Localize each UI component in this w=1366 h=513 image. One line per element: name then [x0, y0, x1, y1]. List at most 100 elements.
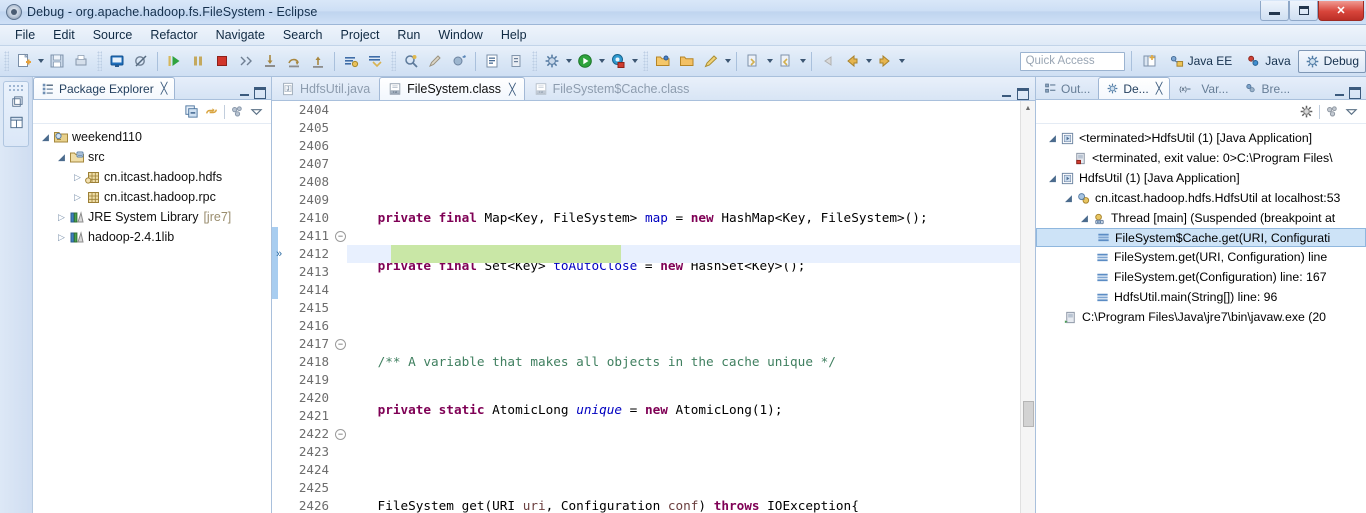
- fold-marker-icon[interactable]: −: [335, 429, 346, 440]
- expand-arrow-icon[interactable]: [39, 132, 52, 143]
- toolbar-grip-2[interactable]: [97, 51, 102, 71]
- collapse-arrow-icon[interactable]: [71, 172, 84, 183]
- last-edit-icon[interactable]: [505, 50, 527, 72]
- watch-expression-icon[interactable]: [400, 50, 422, 72]
- menu-project[interactable]: Project: [332, 26, 389, 44]
- view-filter-icon[interactable]: [1325, 104, 1340, 119]
- menu-source[interactable]: Source: [84, 26, 142, 44]
- debug-stack-tree[interactable]: <terminated>HdfsUtil (1) [Java Applicati…: [1036, 124, 1366, 513]
- debug-tree-item-debug-target[interactable]: cn.itcast.hadoop.hdfs.HdfsUtil at localh…: [1036, 188, 1366, 208]
- fold-marker-icon[interactable]: −: [335, 339, 346, 350]
- run-caret[interactable]: [597, 50, 606, 72]
- open-folder-icon[interactable]: [676, 50, 698, 72]
- package-explorer-tree[interactable]: weekend110 src cn.itcast.hadoop.hdfs: [33, 124, 271, 513]
- back-caret[interactable]: [864, 50, 873, 72]
- debug-tree-item-stack-frame[interactable]: FileSystem.get(URI, Configuration) line: [1036, 247, 1366, 267]
- pencil-icon[interactable]: [424, 50, 446, 72]
- run-icon[interactable]: [574, 50, 596, 72]
- view-menu-filter-icon[interactable]: [230, 104, 245, 119]
- previous-caret[interactable]: [798, 50, 807, 72]
- external-caret[interactable]: [630, 50, 639, 72]
- minimize-view-icon[interactable]: [1333, 86, 1346, 99]
- suspend-icon[interactable]: [187, 50, 209, 72]
- view-menu-icon[interactable]: [1345, 105, 1358, 118]
- minimize-editor-icon[interactable]: [1000, 87, 1013, 100]
- drop-to-frame-icon[interactable]: [364, 50, 386, 72]
- debug-view-icon[interactable]: [1299, 104, 1314, 119]
- open-type-icon[interactable]: [481, 50, 503, 72]
- collapse-arrow-icon[interactable]: [71, 192, 84, 203]
- view-menu-icon[interactable]: [250, 105, 263, 118]
- annotation-caret[interactable]: [723, 50, 732, 72]
- forward-caret[interactable]: [897, 50, 906, 72]
- open-console-icon[interactable]: [106, 50, 128, 72]
- debug-icon[interactable]: [541, 50, 563, 72]
- editor-tab-hdfsutil[interactable]: JJ HdfsUtil.java: [272, 77, 379, 100]
- open-resource-icon[interactable]: [652, 50, 674, 72]
- collapse-all-icon[interactable]: [184, 104, 199, 119]
- print-icon[interactable]: [70, 50, 92, 72]
- minimize-view-icon[interactable]: [238, 86, 251, 99]
- external-tools-icon[interactable]: [607, 50, 629, 72]
- fold-marker-icon[interactable]: −: [335, 231, 346, 242]
- customize-perspective-icon[interactable]: [1139, 50, 1161, 72]
- annotation-icon[interactable]: [700, 50, 722, 72]
- debug-tree-item-thread[interactable]: Thread [main] (Suspended (breakpoint at: [1036, 208, 1366, 228]
- link-with-editor-icon[interactable]: [204, 104, 219, 119]
- next-annotation-icon[interactable]: [742, 50, 764, 72]
- close-button[interactable]: ✕: [1318, 1, 1364, 21]
- fast-view-grip[interactable]: [8, 84, 24, 91]
- debug-tree-item-stack-frame-selected[interactable]: FileSystem$Cache.get(URI, Configurati: [1036, 228, 1366, 247]
- menu-search[interactable]: Search: [274, 26, 332, 44]
- collapse-arrow-icon[interactable]: [55, 232, 68, 243]
- forward-icon[interactable]: [874, 50, 896, 72]
- scroll-up-icon[interactable]: ▲: [1021, 101, 1035, 115]
- maximize-view-icon[interactable]: [254, 86, 266, 99]
- menu-refactor[interactable]: Refactor: [141, 26, 206, 44]
- menu-run[interactable]: Run: [388, 26, 429, 44]
- folding-ruler[interactable]: − − −: [334, 101, 347, 513]
- debug-tree-item-stack-frame[interactable]: FileSystem.get(Configuration) line: 167: [1036, 267, 1366, 287]
- menu-navigate[interactable]: Navigate: [207, 26, 274, 44]
- menu-help[interactable]: Help: [492, 26, 536, 44]
- tab-package-explorer[interactable]: Package Explorer ╳: [33, 77, 176, 99]
- previous-annotation-icon[interactable]: [775, 50, 797, 72]
- new-dropdown-caret[interactable]: [36, 50, 45, 72]
- close-icon[interactable]: ╳: [509, 83, 516, 96]
- step-into-icon[interactable]: [259, 50, 281, 72]
- maximize-view-icon[interactable]: [1349, 86, 1361, 99]
- terminate-icon[interactable]: [211, 50, 233, 72]
- package-explorer-fastview-icon[interactable]: [7, 113, 25, 131]
- menu-edit[interactable]: Edit: [44, 26, 84, 44]
- menu-file[interactable]: File: [6, 26, 44, 44]
- tree-item-src[interactable]: src: [33, 147, 271, 167]
- step-return-icon[interactable]: [307, 50, 329, 72]
- perspective-java[interactable]: Java: [1239, 50, 1297, 73]
- expand-arrow-icon[interactable]: [1078, 213, 1091, 224]
- tab-variables[interactable]: (x)= (x)= Var...: [1170, 77, 1236, 99]
- close-icon[interactable]: ╳: [161, 82, 168, 95]
- quick-access-input[interactable]: Quick Access: [1019, 51, 1125, 71]
- tree-item-weekend110[interactable]: weekend110: [33, 127, 271, 147]
- collapse-arrow-icon[interactable]: [55, 212, 68, 223]
- new-wizard-icon[interactable]: [13, 50, 35, 72]
- tree-item-jre-system-library[interactable]: JRE System Library [jre7]: [33, 207, 271, 227]
- instrument-icon[interactable]: [448, 50, 470, 72]
- code-viewer[interactable]: » 2404 2405 2406 2407 2408 2409 2410 241…: [272, 101, 1035, 513]
- expand-arrow-icon[interactable]: [1062, 193, 1075, 204]
- use-step-filters-icon[interactable]: [340, 50, 362, 72]
- perspective-debug[interactable]: Debug: [1297, 49, 1366, 73]
- restore-button[interactable]: [1289, 1, 1318, 21]
- debug-tree-item-stack-frame[interactable]: HdfsUtil.main(String[]) line: 96: [1036, 287, 1366, 307]
- toolbar-grip-5[interactable]: [643, 51, 648, 71]
- marker-bar[interactable]: »: [272, 101, 286, 513]
- toolbar-grip-4[interactable]: [532, 51, 537, 71]
- editor-vertical-scrollbar[interactable]: ▲: [1020, 101, 1035, 513]
- editor-tab-filesystem-class[interactable]: 010 FileSystem.class ╳: [379, 77, 525, 100]
- editor-tab-filesystem-cache-class[interactable]: 010 FileSystem$Cache.class: [525, 77, 699, 100]
- toolbar-grip-3[interactable]: [391, 51, 396, 71]
- debug-tree-item-launch[interactable]: HdfsUtil (1) [Java Application]: [1036, 168, 1366, 188]
- debug-caret[interactable]: [564, 50, 573, 72]
- minimize-button[interactable]: [1260, 1, 1289, 21]
- close-icon[interactable]: ╳: [1156, 82, 1163, 95]
